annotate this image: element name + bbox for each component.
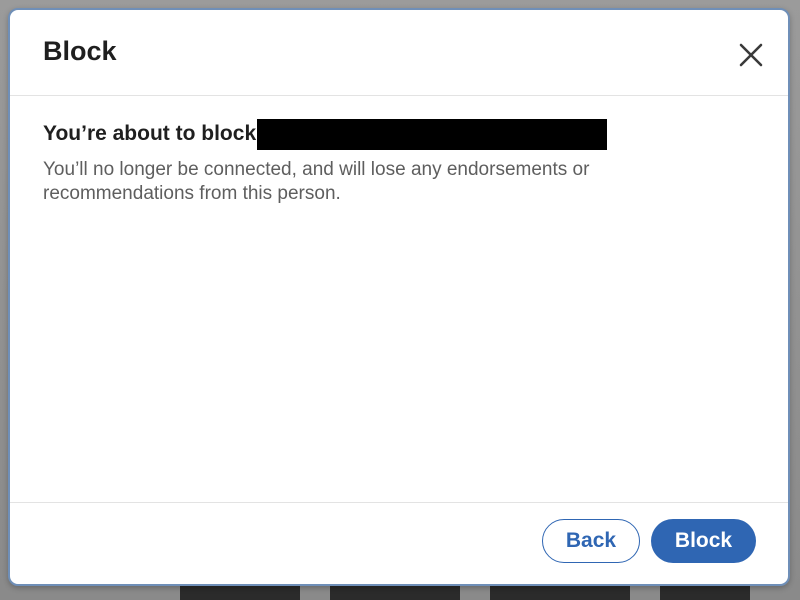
block-heading-text: You’re about to block [43,122,257,145]
dialog-body: You’re about to block You’ll no longer b… [43,118,743,206]
dialog-header: Block [10,10,788,96]
back-button[interactable]: Back [542,519,640,563]
block-dialog: Block You’re about to block You’ll no lo… [8,8,790,586]
block-description: You’ll no longer be connected, and will … [43,159,590,204]
background-thumbnail [180,586,300,600]
close-button[interactable] [736,40,766,70]
dialog-footer: Back Block [10,502,788,584]
block-button[interactable]: Block [651,519,756,563]
dialog-title: Block [43,36,117,66]
background-thumbnail [660,586,750,600]
background-thumbnail [330,586,460,600]
redacted-name [257,118,608,150]
background-thumbnail [490,586,630,600]
block-confirmation-heading: You’re about to block [43,118,743,150]
close-icon [739,43,763,67]
